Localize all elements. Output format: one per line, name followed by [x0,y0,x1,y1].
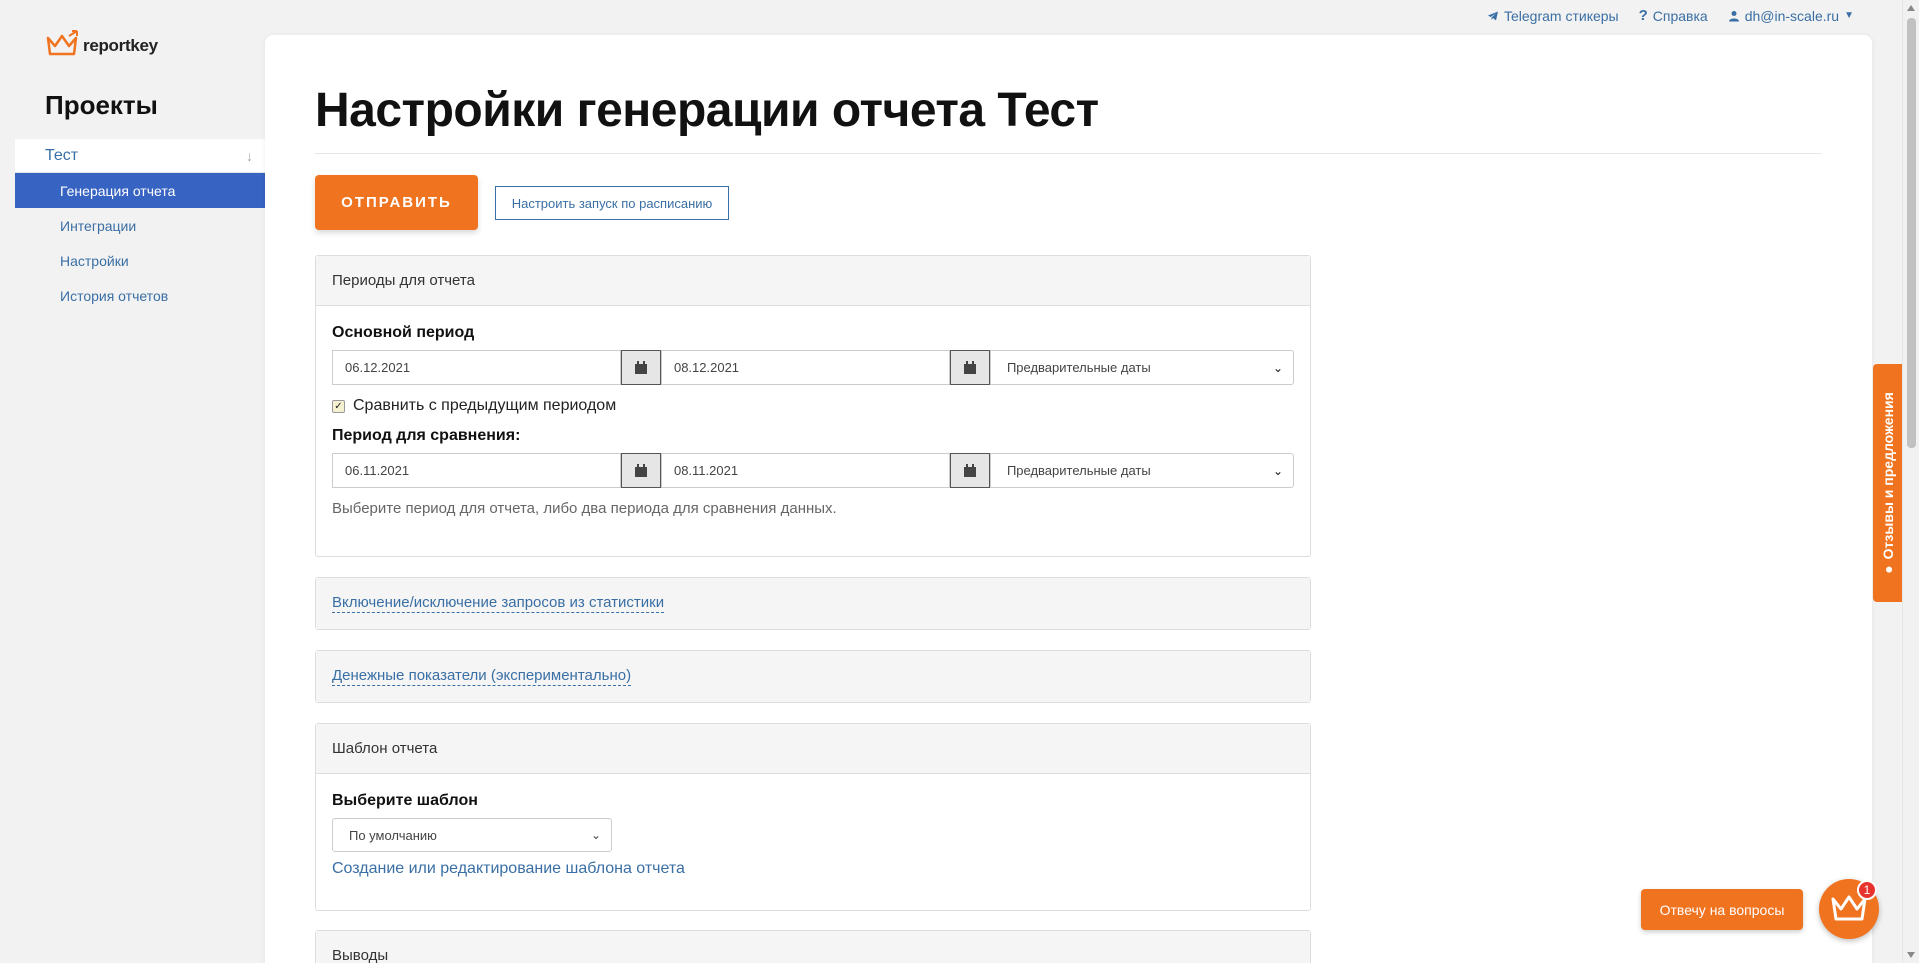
compare-period-from-input[interactable] [332,453,622,488]
main-card: Настройки генерации отчета Тест ОТПРАВИТ… [265,35,1872,963]
title-divider [315,153,1822,154]
scrollbar[interactable] [1902,0,1919,963]
calendar-icon [635,360,648,374]
scrollbar-thumb[interactable] [1907,18,1916,448]
logo-text: reportkey [83,36,158,55]
main-preset-value: Предварительные даты [1006,360,1151,375]
arrow-down-icon: ↓ [246,147,253,164]
user-menu[interactable]: dh@in-scale.ru ▼ [1728,7,1854,24]
feedback-label: Отзывы и предложения [1880,392,1896,560]
periods-header: Периоды для отчета [316,256,1310,306]
compare-to-calendar-button[interactable] [950,453,990,488]
telegram-icon [1488,11,1498,20]
compare-label: Сравнить с предыдущим периодом [353,397,617,414]
compare-period-label: Период для сравнения: [332,427,521,444]
main-period-row: Предварительные даты ⌄ [332,350,1294,385]
main-period-to-input[interactable] [660,350,951,385]
template-select-label: Выберите шаблон [332,792,478,809]
telegram-label: Telegram стикеры [1504,7,1619,24]
compare-checkbox-row: ✓ Сравнить с предыдущим периодом [332,397,1294,415]
feedback-tab[interactable]: ● Отзывы и предложения [1873,364,1903,602]
compare-preset-value: Предварительные даты [1006,463,1151,478]
template-edit-link[interactable]: Создание или редактирование шаблона отче… [332,860,1294,878]
main-from-calendar-button[interactable] [621,350,661,385]
periods-panel: Периоды для отчета Основной период Предв… [315,255,1311,557]
query-filter-panel: Включение/исключение запросов из статист… [315,577,1311,630]
help-label: Справка [1652,7,1708,24]
main-to-calendar-button[interactable] [950,350,990,385]
caret-down-icon: ▼ [1844,10,1854,21]
sidebar-item-report-history[interactable]: История отчетов [15,278,265,313]
template-select-value: По умолчанию [349,827,437,843]
top-nav: Telegram стикеры ? Справка dh@in-scale.r… [1487,7,1854,24]
chat-launcher[interactable]: 1 [1819,879,1879,939]
template-header: Шаблон отчета [316,724,1310,774]
compare-period-to-input[interactable] [660,453,951,488]
help-link[interactable]: ? Справка [1639,7,1708,24]
logo[interactable]: reportkey [45,30,158,58]
scroll-up-icon[interactable] [1907,5,1915,11]
template-select[interactable]: По умолчанию ⌄ [332,818,612,852]
user-email: dh@in-scale.ru [1744,7,1840,24]
calendar-icon [964,463,976,477]
chat-badge: 1 [1857,880,1877,900]
calendar-icon [964,360,976,374]
chevron-down-icon: ⌄ [1272,463,1283,478]
sidebar-item-report-generation[interactable]: Генерация отчета [15,173,265,208]
compare-from-calendar-button[interactable] [621,453,661,488]
send-button[interactable]: ОТПРАВИТЬ [315,175,478,230]
top-bar: Telegram стикеры ? Справка dh@in-scale.r… [0,0,1900,34]
telegram-stickers-link[interactable]: Telegram стикеры [1487,7,1619,24]
main-preset-select[interactable]: Предварительные даты ⌄ [989,350,1294,385]
comment-icon: ● [1880,565,1896,574]
chevron-down-icon: ⌄ [590,828,601,842]
query-filter-link[interactable]: Включение/исключение запросов из статист… [332,594,665,613]
crown-logo-icon [46,30,78,56]
money-metrics-link[interactable]: Денежные показатели (экспериментально) [332,667,632,686]
project-label: Тест [45,146,79,164]
sidebar-item-integrations[interactable]: Интеграции [15,208,265,243]
main-period-from-input[interactable] [332,350,622,385]
main-period-label: Основной период [332,324,475,341]
sidebar: Проекты Тест ↓ Генерация отчета Интеграц… [15,90,265,313]
compare-checkbox[interactable]: ✓ [332,399,345,413]
calendar-icon [635,463,648,477]
page-title: Настройки генерации отчета Тест [315,84,1099,137]
chat-prompt-button[interactable]: Отвечу на вопросы [1641,889,1803,930]
template-panel: Шаблон отчета Выберите шаблон По умолчан… [315,723,1311,911]
question-icon: ? [1638,7,1648,24]
periods-hint: Выберите период для отчета, либо два пер… [332,500,837,517]
scroll-down-icon[interactable] [1907,952,1915,958]
sidebar-item-settings[interactable]: Настройки [15,243,265,278]
compare-preset-select[interactable]: Предварительные даты ⌄ [989,453,1294,488]
sidebar-project-test[interactable]: Тест ↓ [15,139,265,173]
chevron-down-icon: ⌄ [1272,360,1283,375]
compare-period-row: Предварительные даты ⌄ [332,453,1294,488]
user-icon [1728,10,1739,21]
conclusions-panel: Выводы [315,930,1311,963]
schedule-button[interactable]: Настроить запуск по расписанию [495,186,729,220]
money-metrics-panel: Денежные показатели (экспериментально) [315,650,1311,703]
sidebar-title: Проекты [45,90,158,120]
conclusions-header: Выводы [316,931,1310,963]
